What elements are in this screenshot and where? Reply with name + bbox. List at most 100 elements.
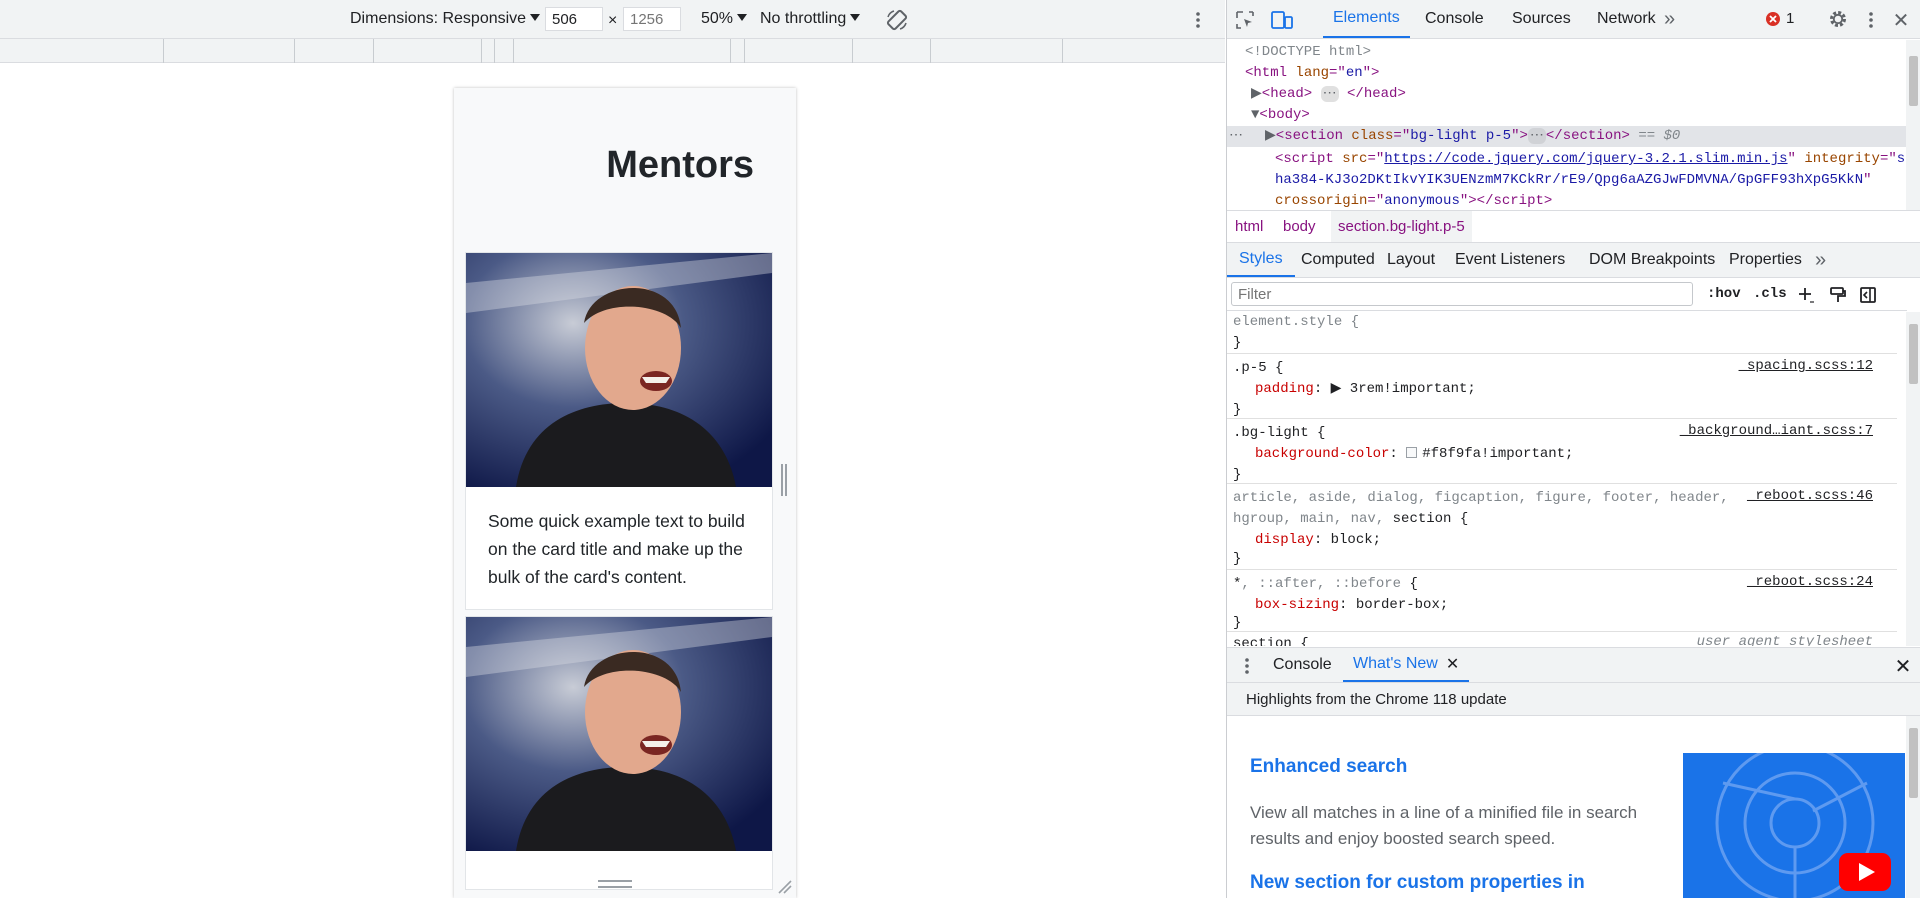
source-link[interactable]: _reboot.scss:24 [1747,574,1873,590]
width-input[interactable] [545,7,603,31]
dom-node-script[interactable]: <script src="https://code.jquery.com/jqu… [1275,149,1905,170]
mentor-card [465,616,773,890]
rotate-icon[interactable] [885,8,909,32]
devtools-main-tabbar: Elements Console Sources Network » 1 ✕ [1227,0,1920,39]
tab-label: Properties [1729,251,1802,268]
tab-label: Layout [1387,251,1436,268]
settings-gear-icon[interactable] [1828,9,1848,29]
resize-handle-bottom[interactable] [598,880,632,888]
error-counter[interactable]: 1 [1765,10,1794,27]
tab-label: DOM Breakpoints [1589,251,1716,268]
device-toggle-icon[interactable] [1271,10,1293,30]
tab-layout[interactable]: Layout [1377,243,1445,277]
style-rule-universal: *, ::after, ::before { _reboot.scss:24 b… [1227,570,1897,632]
customize-menu-icon[interactable] [1863,8,1879,32]
source-link[interactable]: _reboot.scss:46 [1747,488,1873,504]
dom-tree: <!DOCTYPE html> <html lang="en"> ▶<head>… [1227,40,1920,210]
breadcrumb-item-active[interactable]: section.bg-light.p-5 [1331,211,1472,242]
tab-label: What's New [1353,655,1438,672]
tab-elements[interactable]: Elements [1323,0,1410,38]
dimensions-dropdown[interactable]: Dimensions: Responsive [350,10,541,28]
tab-label: Network [1597,10,1656,27]
drawer-tab-console[interactable]: Console [1263,648,1342,682]
drawer-menu-icon[interactable] [1239,654,1255,678]
dom-doctype[interactable]: <!DOCTYPE html> [1245,42,1371,63]
color-swatch[interactable] [1406,447,1418,458]
tab-console[interactable]: Console [1415,0,1494,38]
cls-toggle[interactable]: .cls [1753,286,1787,302]
devtools-panel: Elements Console Sources Network » 1 ✕ <… [1226,0,1920,898]
device-frame: Mentors Some quick example text to build… [454,88,796,898]
feature-heading[interactable]: New section for custom properties in [1250,872,1585,894]
source-link[interactable]: _spacing.scss:12 [1739,358,1873,374]
dom-scrollbar[interactable] [1906,40,1920,210]
card-text: Some quick example text to build on the … [488,511,745,587]
more-tabs-button[interactable]: » [1654,0,1685,38]
paint-roller-icon[interactable] [1829,286,1847,304]
resize-handle-right[interactable] [781,464,787,496]
styles-filter-row: :hov .cls [1227,278,1907,311]
more-options-icon[interactable] [1188,8,1208,32]
tab-label: Styles [1239,250,1283,267]
video-thumbnail[interactable] [1683,753,1905,898]
close-drawer-icon[interactable]: ✕ [1893,654,1913,678]
mentor-photo [466,617,772,851]
tab-computed[interactable]: Computed [1291,243,1385,277]
tab-label: Console [1273,656,1332,673]
more-tabs-chevron-icon: » [1664,7,1676,30]
new-style-rule-icon[interactable] [1797,286,1815,304]
styles-scrollbar[interactable] [1906,312,1920,646]
tab-styles[interactable]: Styles [1227,243,1295,277]
script-src-link[interactable]: https://code.jquery.com/jquery-3.2.1.sli… [1384,151,1787,167]
more-subtabs-button[interactable]: » [1807,243,1834,277]
height-input[interactable] [623,7,681,31]
chevron-down-icon [850,14,861,21]
feature-description: View all matches in a line of a minified… [1250,803,1638,848]
whats-new-scrollbar[interactable] [1906,716,1920,898]
dom-node-html[interactable]: <html lang="en"> [1245,63,1379,84]
breadcrumb-item[interactable]: body [1283,218,1316,235]
tab-label: Console [1425,10,1484,27]
tab-sources[interactable]: Sources [1502,0,1581,38]
style-rule-reboot-block: article, aside, dialog, figcaption, figu… [1227,484,1897,570]
style-rule-element: element.style { } [1227,312,1897,354]
inspect-element-icon[interactable] [1235,10,1255,30]
toggle-sidebar-icon[interactable] [1859,286,1877,304]
close-icon[interactable]: ✕ [1891,8,1911,32]
tab-label: Elements [1333,9,1400,26]
throttling-dropdown[interactable]: No throttling [760,10,861,28]
dom-node-body[interactable]: ▼<body> [1251,105,1310,126]
youtube-play-icon[interactable] [1839,853,1891,891]
drawer-tab-whats-new[interactable]: What's New ✕ [1343,648,1470,682]
dom-node-head[interactable]: ▶<head> ⋯ </head> [1251,84,1406,105]
zoom-dropdown[interactable]: 50% [701,10,748,28]
close-icon[interactable]: ✕ [1446,654,1459,674]
breadcrumb: html body section.bg-light.p-5 [1227,210,1920,243]
style-rule-bg-light: .bg-light { _background…iant.scss:7 back… [1227,419,1897,484]
whats-new-content: Enhanced search View all matches in a li… [1227,716,1920,898]
tab-dom-breakpoints[interactable]: DOM Breakpoints [1579,243,1725,277]
style-rule-p5: .p-5 { _spacing.scss:12 padding: ▶ 3rem!… [1227,354,1897,419]
times-separator: × [608,12,618,29]
more-tabs-chevron-icon: » [1815,248,1827,271]
resize-corner-icon[interactable] [776,878,792,894]
source-link[interactable]: _background…iant.scss:7 [1680,423,1873,439]
feature-heading[interactable]: Enhanced search [1250,756,1407,778]
media-query-ruler[interactable] [0,39,1225,63]
tab-event-listeners[interactable]: Event Listeners [1445,243,1575,277]
breadcrumb-item[interactable]: html [1235,218,1263,235]
tab-properties[interactable]: Properties [1719,243,1812,277]
page-title: Mentors [606,144,754,186]
hov-toggle[interactable]: :hov [1707,286,1741,302]
tab-label: Computed [1301,251,1375,268]
whats-new-header: Highlights from the Chrome 118 update [1227,683,1920,716]
mentor-photo [466,253,772,487]
dom-node-section-selected[interactable]: ⋯ ▶<section class="bg-light p-5"> ⋯ </sect… [1227,126,1907,147]
styles-filter-input[interactable] [1231,282,1693,306]
device-toolbar: Dimensions: Responsive × 50% No throttli… [0,0,1225,39]
drawer-tabbar: Console What's New ✕ ✕ [1227,647,1920,683]
error-count: 1 [1786,10,1795,27]
styles-pane: element.style { } .p-5 { _spacing.scss:1… [1227,312,1920,646]
throttling-label: No throttling [760,10,847,27]
styles-tabbar: Styles Computed Layout Event Listeners D… [1227,243,1920,278]
